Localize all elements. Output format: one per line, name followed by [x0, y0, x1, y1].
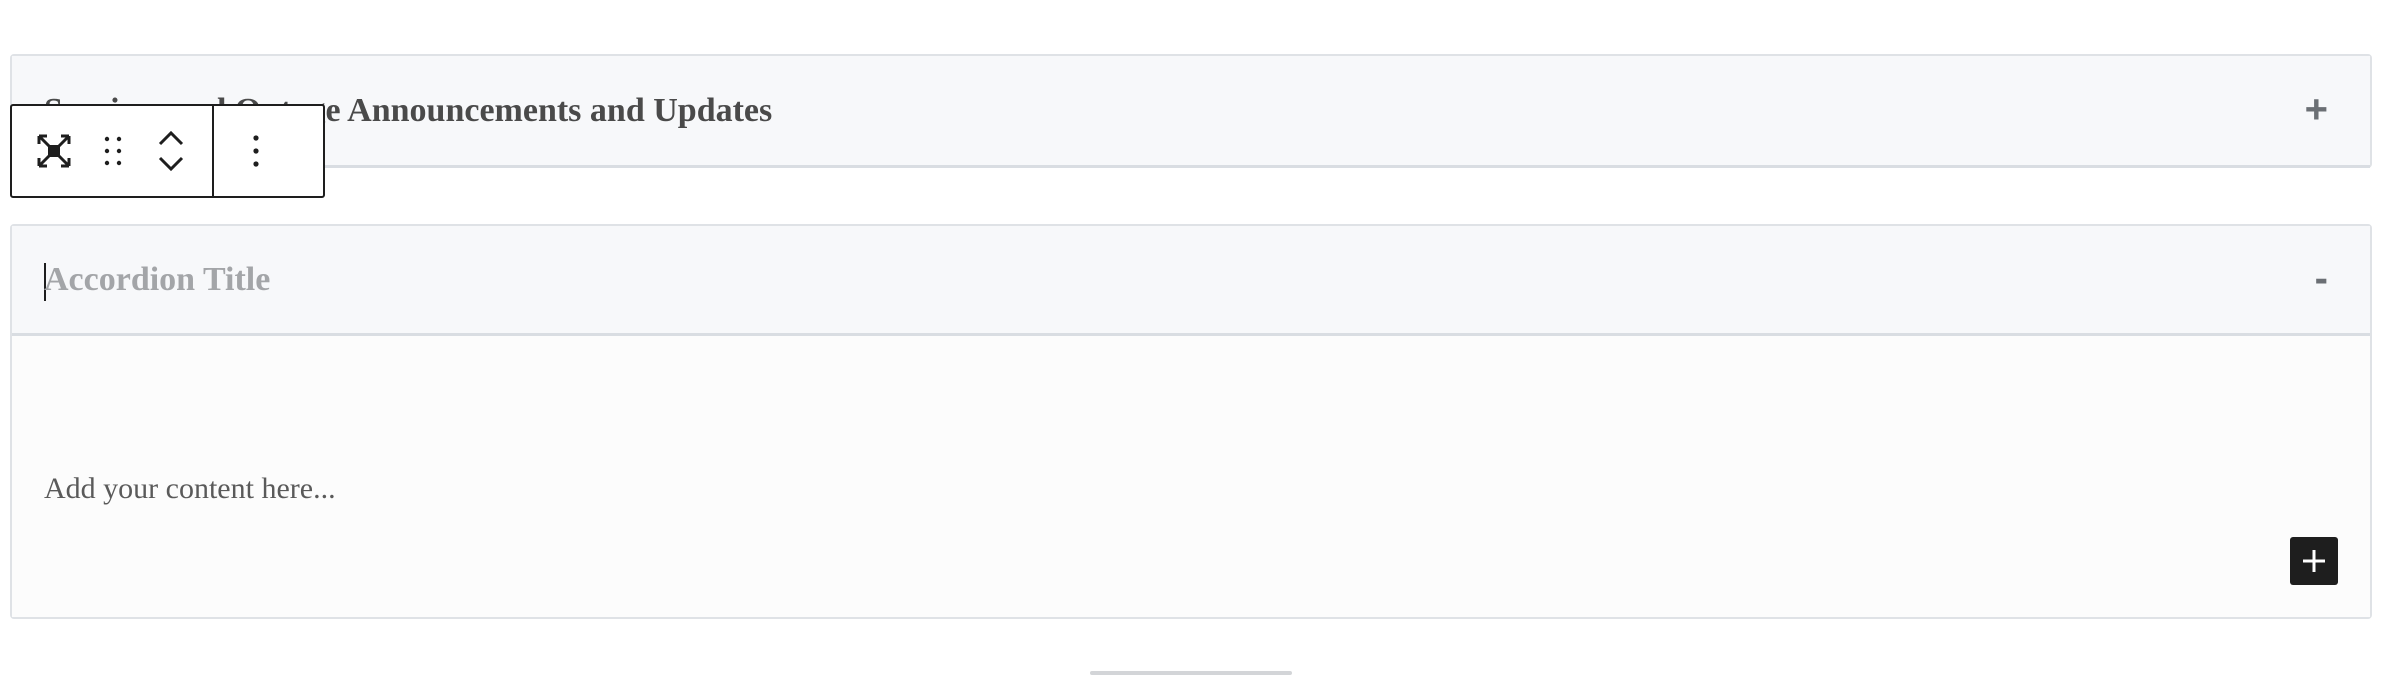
toolbar-group-options [212, 106, 298, 196]
accordion-title-input[interactable]: Accordion Title [44, 261, 270, 299]
toolbar-group-main [12, 106, 212, 196]
plus-icon [2303, 550, 2325, 572]
accordion-block-new[interactable]: Accordion Title - Add your content here.… [10, 224, 2372, 619]
chevron-down-icon[interactable] [158, 156, 184, 172]
drag-handle-button[interactable] [84, 106, 142, 196]
editor-canvas: Services and Outage Announcements and Up… [0, 0, 2392, 683]
chevron-up-icon[interactable] [158, 130, 184, 146]
content-placeholder[interactable]: Add your content here... [44, 472, 336, 506]
select-parent-button[interactable] [24, 106, 84, 196]
block-toolbar [10, 104, 325, 198]
accordion-block-services[interactable]: Services and Outage Announcements and Up… [10, 54, 2372, 168]
more-options-button[interactable] [226, 106, 286, 196]
expand-toggle-icon[interactable]: + [2305, 87, 2328, 132]
add-block-button[interactable] [2290, 537, 2338, 585]
accordion-content[interactable]: Add your content here... [12, 336, 2370, 617]
block-movers [142, 106, 200, 196]
resize-handle[interactable] [1090, 671, 1292, 675]
select-parent-icon [37, 134, 71, 168]
drag-handle-icon [104, 136, 122, 166]
collapse-toggle-icon[interactable]: - [2315, 256, 2328, 301]
accordion-header[interactable]: Services and Outage Announcements and Up… [12, 56, 2370, 168]
more-options-icon [253, 135, 259, 167]
accordion-header[interactable]: Accordion Title - [12, 226, 2370, 336]
